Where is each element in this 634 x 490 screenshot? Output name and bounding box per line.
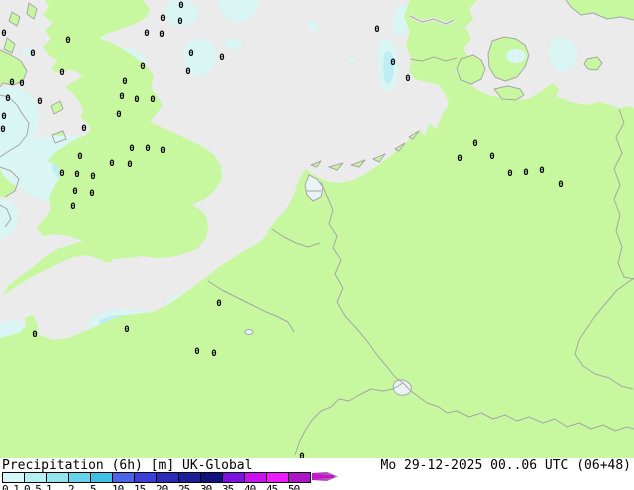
scale-tick-label: 50 [288,483,299,490]
zero-marker: 0 [1,29,6,39]
scale-tick-label: 25 [178,483,189,490]
scale-cell-20 [157,473,179,482]
zero-marker: 0 [0,125,5,135]
zero-marker: 0 [19,79,24,89]
zero-marker: 0 [405,74,410,84]
zero-marker: 0 [77,152,82,162]
zero-marker: 0 [37,97,42,107]
legend-bar: Precipitation (6h) [m] UK-Global Mo 29-1… [0,458,634,490]
scale-labels: 0.10.5125101520253035404550 [2,483,342,490]
zero-marker: 0 [9,78,14,88]
zero-marker: 0 [185,67,190,77]
legend-title: Precipitation (6h) [m] UK-Global [2,458,252,473]
zero-marker: 0 [122,77,127,87]
zero-marker: 0 [1,112,6,122]
zero-marker: 0 [150,95,155,105]
zero-marker: 0 [177,17,182,27]
zero-marker: 0 [472,139,477,149]
scale-cell-15 [135,473,157,482]
zero-marker: 0 [90,172,95,182]
scale-cell-25 [179,473,201,482]
valid-time-label: Mo 29-12-2025 00..06 UTC (06+48) [381,458,631,473]
zero-marker: 0 [374,25,379,35]
zero-marker: 0 [194,347,199,357]
zero-marker: 0 [59,68,64,78]
zero-marker: 0 [178,1,183,11]
zero-marker: 0 [124,325,129,335]
scale-tick-label: 0.1 [2,483,19,490]
zero-marker: 0 [109,159,114,169]
scale-cell-2 [69,473,91,482]
zero-marker: 0 [65,36,70,46]
zero-marker: 0 [144,29,149,39]
scale-tick-label: 5 [90,483,96,490]
scale-overflow-arrow-icon [312,471,340,482]
scale-cell-45 [267,473,289,482]
scale-cell-5 [91,473,113,482]
zero-marker: 0 [539,166,544,176]
scale-tick-label: 30 [200,483,211,490]
precipitation-map: 0000000000000000000000000000000000000000… [0,0,634,458]
zero-marker: 0 [489,152,494,162]
scale-cell-0.1 [3,473,25,482]
scale-tick-label: 2 [68,483,74,490]
scale-cell-10 [113,473,135,482]
scale-tick-label: 0.5 [24,483,41,490]
scale-cell-0.5 [25,473,47,482]
zero-marker: 0 [134,95,139,105]
scale-tick-label: 15 [134,483,145,490]
scale-cell-1 [47,473,69,482]
color-scale-bar [2,472,311,483]
zero-marker: 0 [74,170,79,180]
zero-marker: 0 [390,58,395,68]
scale-cell-35 [223,473,245,482]
scale-tick-label: 1 [46,483,52,490]
zero-marker: 0 [119,92,124,102]
zero-marker: 0 [89,189,94,199]
zero-marker: 0 [140,62,145,72]
zero-marker: 0 [188,49,193,59]
zero-marker: 0 [216,299,221,309]
zero-marker: 0 [72,187,77,197]
map-area: 0000000000000000000000000000000000000000… [0,0,634,458]
zero-marker: 0 [81,124,86,134]
zero-marker: 0 [507,169,512,179]
scale-tick-label: 35 [222,483,233,490]
weather-map-screenshot: 0000000000000000000000000000000000000000… [0,0,634,490]
zero-marker: 0 [5,94,10,104]
zero-marker: 0 [160,146,165,156]
zero-marker: 0 [211,349,216,359]
zero-marker: 0 [523,168,528,178]
scale-tick-label: 40 [244,483,255,490]
zero-marker: 0 [558,180,563,190]
zero-marker: 0 [32,330,37,340]
zero-marker: 0 [127,160,132,170]
zero-marker: 0 [457,154,462,164]
zero-marker: 0 [30,49,35,59]
scale-cell-50 [289,473,310,482]
zero-marker: 0 [159,30,164,40]
zero-marker: 0 [70,202,75,212]
scale-tick-label: 10 [112,483,123,490]
scale-tick-label: 20 [156,483,167,490]
zero-marker: 0 [160,14,165,24]
scale-cell-40 [245,473,267,482]
zero-marker: 0 [116,110,121,120]
scale-tick-label: 45 [266,483,277,490]
zero-marker: 0 [129,144,134,154]
zero-marker: 0 [59,169,64,179]
scale-cell-30 [201,473,223,482]
zero-marker: 0 [219,53,224,63]
zero-marker: 0 [145,144,150,154]
